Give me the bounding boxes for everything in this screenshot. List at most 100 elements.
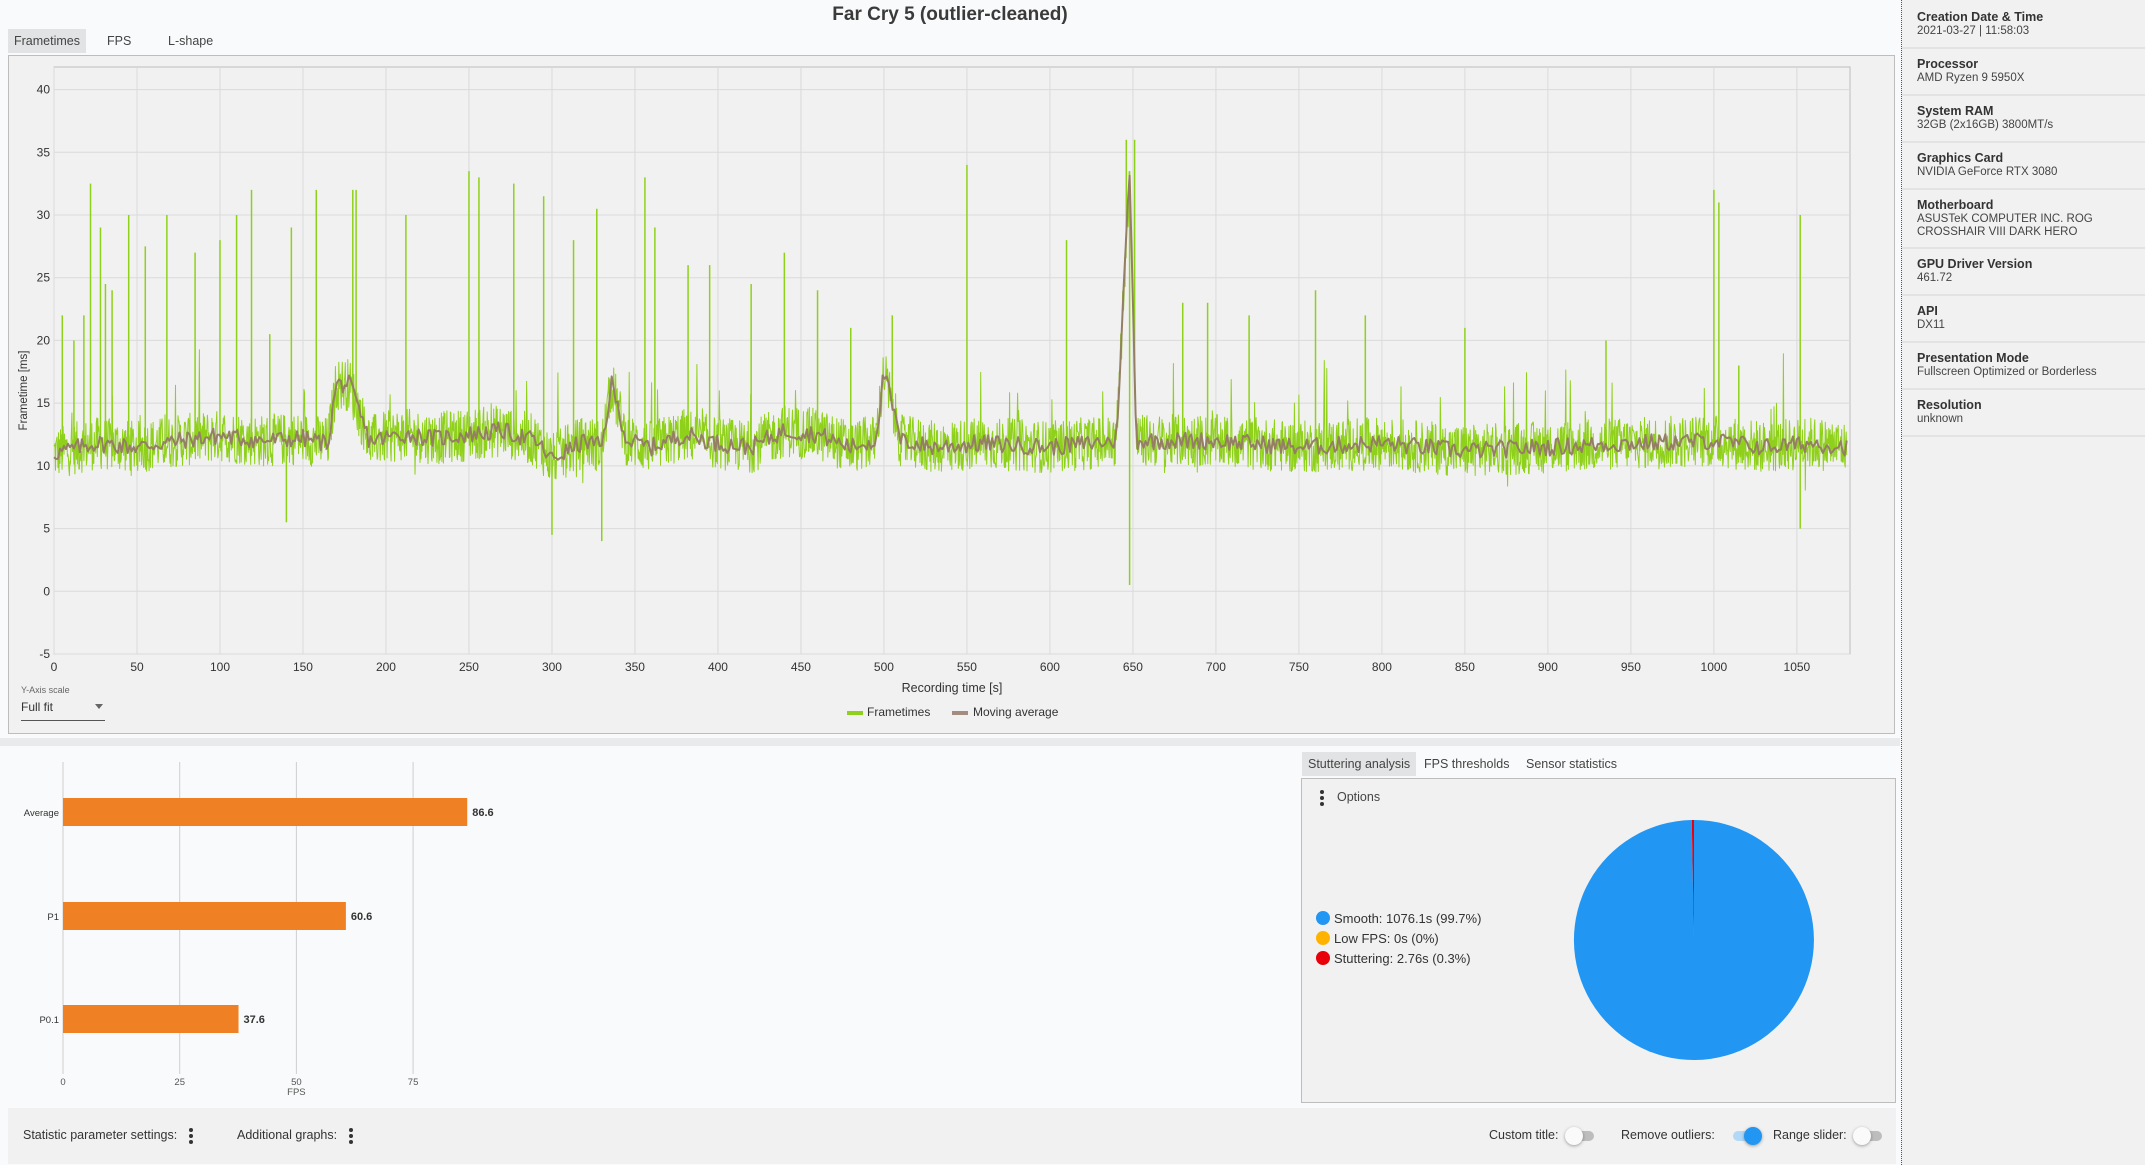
x-tick-label: 300	[542, 660, 562, 674]
stuttering-dot-icon	[1316, 951, 1330, 965]
fps-bar	[63, 902, 346, 930]
info-key: Creation Date & Time	[1917, 10, 2044, 24]
range-slider-toggle[interactable]	[1853, 1127, 1883, 1145]
y-axis-scale-value: Full fit	[21, 700, 54, 714]
legend-low-fps: Low FPS: 0s (0%)	[1316, 931, 1439, 946]
bar-value-label: 86.6	[472, 807, 493, 819]
y-tick-label: 0	[43, 584, 50, 598]
info-item: System RAM 32GB (2x16GB) 3800MT/s	[1902, 96, 2145, 143]
x-tick-label: 1000	[1701, 660, 1728, 674]
stuttering-pie-chart	[1573, 820, 1814, 1060]
x-tick-label: 800	[1372, 660, 1392, 674]
x-tick-label: 400	[708, 660, 728, 674]
legend-moving-average-label: Moving average	[973, 705, 1059, 719]
info-key: API	[1917, 304, 1938, 318]
info-item: Graphics Card NVIDIA GeForce RTX 3080	[1902, 143, 2145, 190]
info-item: Processor AMD Ryzen 9 5950X	[1902, 49, 2145, 96]
y-axis-scale-label: Y-Axis scale	[21, 685, 70, 695]
info-key: Processor	[1917, 57, 1979, 71]
options-label: Options	[1337, 790, 1381, 804]
legend-smooth: Smooth: 1076.1s (99.7%)	[1316, 911, 1481, 926]
x-axis-label: Recording time [s]	[902, 681, 1003, 695]
additional-graphs-label: Additional graphs:	[237, 1128, 338, 1142]
bar-category-label: P1	[47, 912, 59, 923]
x-tick-label: 900	[1538, 660, 1558, 674]
x-tick-label: 100	[210, 660, 230, 674]
dropdown-arrow-icon	[95, 704, 103, 709]
y-tick-label: 30	[37, 208, 51, 222]
info-key: Presentation Mode	[1917, 351, 2029, 365]
info-value: NVIDIA GeForce RTX 3080	[1917, 166, 2058, 178]
x-tick-label: 250	[459, 660, 479, 674]
x-tick-label: 500	[874, 660, 894, 674]
low-fps-dot-icon	[1316, 931, 1330, 945]
range-slider-label: Range slider:	[1773, 1128, 1847, 1142]
bar-category-label: Average	[24, 808, 59, 819]
remove-outliers-label: Remove outliers:	[1621, 1128, 1715, 1142]
info-value: unknown	[1917, 413, 1964, 425]
fps-bar	[63, 798, 468, 826]
custom-title-label: Custom title:	[1489, 1128, 1559, 1142]
legend-frametimes-swatch	[847, 711, 863, 715]
x-tick-label: 700	[1206, 660, 1226, 674]
y-tick-label: 15	[37, 396, 51, 410]
x-tick-label: 50	[130, 660, 144, 674]
statistic-params-label: Statistic parameter settings:	[23, 1128, 178, 1142]
bar-value-label: 60.6	[351, 911, 372, 923]
x-tick-label: 950	[1621, 660, 1641, 674]
info-item: API DX11	[1902, 296, 2145, 343]
additional-graphs-menu-icon[interactable]	[349, 1128, 353, 1146]
info-key: Motherboard	[1917, 198, 1994, 212]
x-tick-label: 150	[293, 660, 313, 674]
info-value: AMD Ryzen 9 5950X	[1917, 72, 2025, 84]
legend-smooth-text: Smooth: 1076.1s (99.7%)	[1334, 911, 1482, 926]
x-tick-label: 0	[51, 660, 58, 674]
bar-x-tick-label: 75	[408, 1077, 419, 1088]
panel-separator[interactable]	[0, 738, 1900, 746]
info-value: 461.72	[1917, 272, 1953, 284]
bottom-toolbar: Statistic parameter settings: Additional…	[8, 1108, 1896, 1164]
legend-moving-average-swatch	[952, 711, 968, 715]
legend-stuttering: Stuttering: 2.76s (0.3%)	[1316, 951, 1471, 966]
y-tick-label: 5	[43, 522, 50, 536]
tab-stuttering-analysis[interactable]: Stuttering analysis	[1302, 752, 1417, 776]
y-tick-label: 20	[37, 333, 51, 347]
x-tick-label: 850	[1455, 660, 1475, 674]
tab-fps-thresholds[interactable]: FPS thresholds	[1418, 752, 1515, 776]
remove-outliers-toggle[interactable]	[1730, 1127, 1762, 1145]
info-key: Graphics Card	[1917, 151, 2004, 165]
bar-x-tick-label: 0	[60, 1077, 65, 1088]
info-value: Fullscreen Optimized or Borderless	[1917, 366, 2097, 378]
x-tick-label: 650	[1123, 660, 1143, 674]
statistic-params-menu-icon[interactable]	[189, 1128, 193, 1146]
legend-stuttering-text: Stuttering: 2.76s (0.3%)	[1334, 951, 1471, 966]
y-tick-label: 10	[37, 459, 51, 473]
x-tick-label: 550	[957, 660, 977, 674]
stuttering-panel: Options Smooth: 1076.1s (99.7%) Low FPS:…	[1301, 778, 1896, 1103]
x-tick-label: 450	[791, 660, 811, 674]
info-item: GPU Driver Version 461.72	[1902, 249, 2145, 296]
fps-bar	[63, 1005, 239, 1033]
bar-x-axis-label: FPS	[287, 1087, 305, 1098]
kebab-icon	[1320, 790, 1324, 808]
x-tick-label: 350	[625, 660, 645, 674]
info-item: Resolution unknown	[1902, 390, 2145, 437]
info-value: 2021-03-27 | 11:58:03	[1917, 25, 2030, 37]
fps-bar-chart: 0 25 50 75FPSAverage 86.6P1 60.6P0.1 37.6	[24, 762, 494, 1098]
frametime-chart[interactable]: -505101520253035400 50 100 150 200 250 300 350 4…	[0, 0, 1900, 740]
y-tick-label: -5	[39, 647, 50, 661]
tab-sensor-statistics[interactable]: Sensor statistics	[1520, 752, 1623, 776]
legend-low-fps-text: Low FPS: 0s (0%)	[1334, 931, 1439, 946]
info-item: Presentation Mode Fullscreen Optimized or…	[1902, 343, 2145, 390]
y-axis-label: Frametime [ms]	[18, 351, 30, 431]
x-tick-label: 200	[376, 660, 396, 674]
legend-frametimes-label: Frametimes	[867, 705, 930, 719]
system-info-sidebar: Creation Date & Time 2021-03-27 | 11:58:0…	[1901, 0, 2145, 1165]
y-tick-label: 40	[37, 83, 51, 97]
bar-value-label: 37.6	[244, 1014, 265, 1026]
custom-title-toggle[interactable]	[1565, 1127, 1595, 1145]
x-tick-label: 750	[1289, 660, 1309, 674]
plot-area	[53, 66, 1851, 655]
y-axis-scale-select[interactable]: Full fit	[21, 700, 105, 721]
x-tick-label: 600	[1040, 660, 1060, 674]
